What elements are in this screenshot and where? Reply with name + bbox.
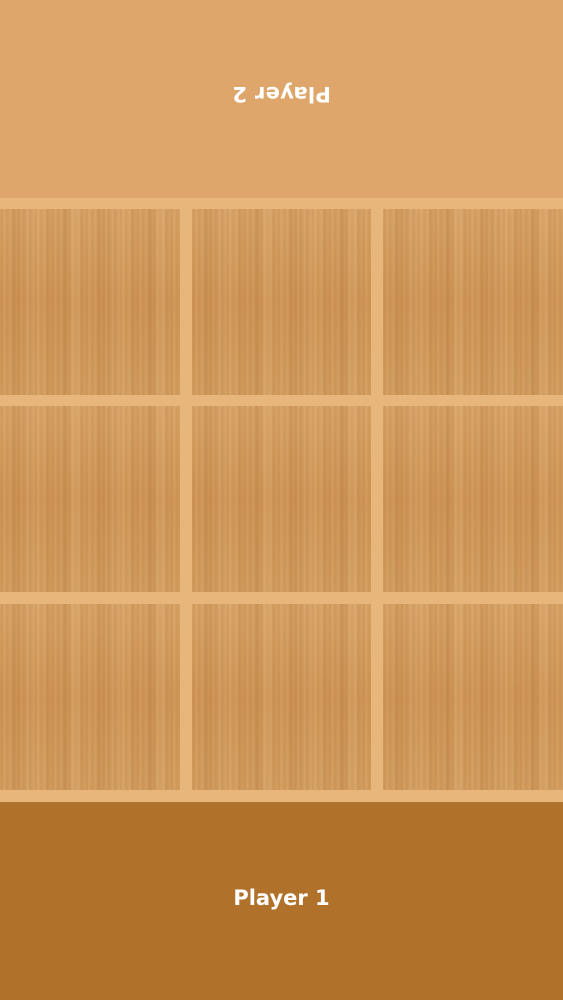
board-cell-2-3[interactable]: [383, 406, 563, 592]
board-cell-1-2[interactable]: [192, 209, 371, 395]
game-board: [0, 198, 563, 802]
board-cell-1-1[interactable]: [0, 209, 180, 395]
board-cell-3-3[interactable]: [383, 604, 563, 790]
player-1-label: Player 1: [233, 886, 330, 910]
board-cell-2-2[interactable]: [192, 406, 371, 592]
board-cell-3-2[interactable]: [192, 604, 371, 790]
board-cell-1-3[interactable]: [383, 209, 563, 395]
board-cell-2-1[interactable]: [0, 406, 180, 592]
player-2-panel: Player 2: [0, 0, 563, 198]
player-2-label: Player 2: [232, 82, 331, 106]
board-cell-3-1[interactable]: [0, 604, 180, 790]
